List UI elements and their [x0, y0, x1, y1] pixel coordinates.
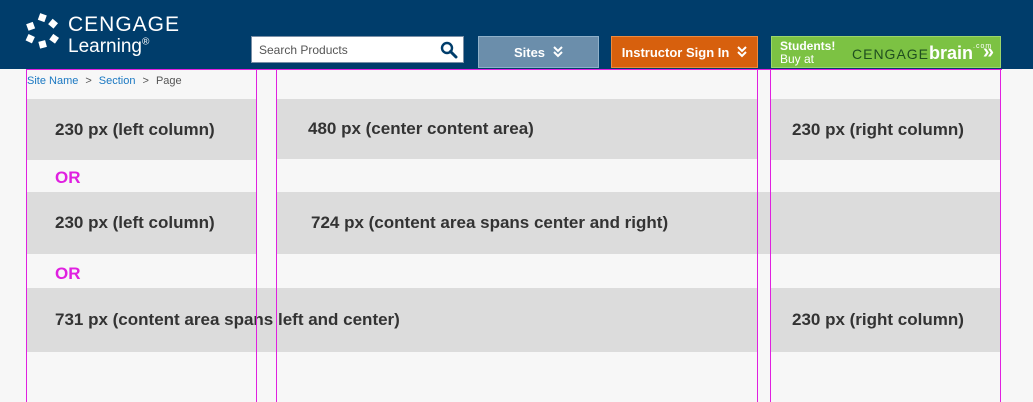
- search-icon[interactable]: [440, 41, 458, 59]
- layout3-right-column: 230 px (right column): [771, 288, 1001, 352]
- guide-line: [770, 69, 771, 402]
- layout2-wide-content: 724 px (content area spans center and ri…: [277, 192, 1001, 254]
- or-label: OR: [55, 264, 81, 283]
- layout2-left-column: 230 px (left column): [27, 192, 257, 254]
- students-text: Students! Buy at: [780, 40, 835, 66]
- layout1-left-column: 230 px (left column): [27, 99, 257, 160]
- breadcrumb-separator: >: [142, 75, 149, 87]
- guide-line-top: [26, 69, 1002, 70]
- logo-cengage-text: CENGAGE: [68, 13, 181, 36]
- breadcrumb-site-name[interactable]: Site Name: [27, 75, 78, 87]
- guide-line: [276, 69, 277, 402]
- cengagebrain-logo: CENGAGEbrain.com: [852, 43, 993, 63]
- breadcrumb-page: Page: [155, 75, 182, 87]
- search-box: [251, 36, 464, 63]
- layout3-wide-content: 731 px (content area spans left and cent…: [27, 288, 758, 352]
- breadcrumb-section[interactable]: Section: [99, 75, 136, 87]
- breadcrumb: Site Name > Section > Page: [27, 75, 182, 87]
- sites-label: Sites: [513, 44, 546, 60]
- instructor-sign-in-label: Instructor Sign In: [621, 44, 730, 60]
- instructor-sign-in-button[interactable]: Instructor Sign In: [611, 36, 758, 68]
- guide-line: [1000, 69, 1001, 402]
- double-chevron-down-icon: [737, 46, 748, 58]
- cengagebrain-button[interactable]: Students! Buy at CENGAGEbrain.com »: [771, 36, 1001, 68]
- double-chevron-down-icon: [553, 46, 563, 58]
- guide-line: [757, 69, 758, 402]
- double-chevron-right-icon: »: [982, 41, 994, 63]
- cengage-logo-mark-icon: [25, 13, 59, 49]
- buy-at-label: Buy at: [780, 52, 815, 66]
- site-header: CENGAGE Learning® Sites Instructor Sign …: [0, 0, 1033, 69]
- sites-button[interactable]: Sites: [478, 36, 599, 68]
- logo-learning-text: Learning®: [68, 36, 150, 57]
- layout1-right-column: 230 px (right column): [771, 99, 1001, 160]
- breadcrumb-separator: >: [85, 75, 92, 87]
- guide-line: [256, 69, 257, 402]
- or-label: OR: [55, 168, 81, 187]
- cengage-logo[interactable]: CENGAGE Learning®: [25, 12, 185, 60]
- layout1-center-column: 480 px (center content area): [277, 99, 757, 159]
- search-input[interactable]: [259, 41, 434, 59]
- guide-line: [26, 69, 27, 402]
